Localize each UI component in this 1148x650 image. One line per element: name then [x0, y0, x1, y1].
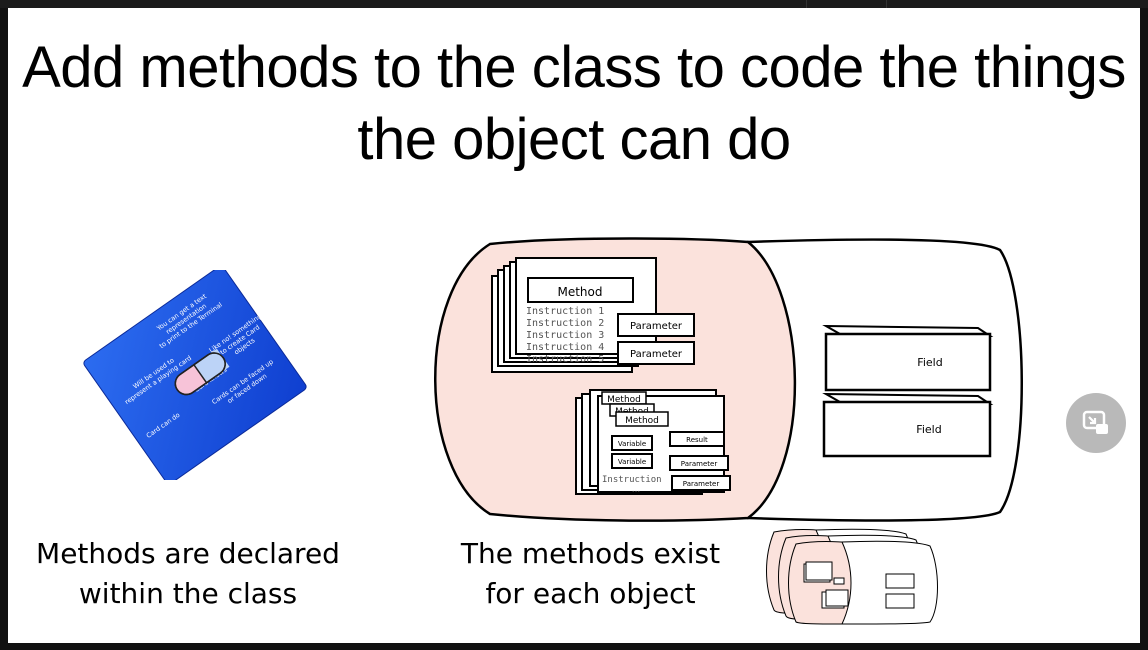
slide-title: Add methods to the class to code the thi…	[8, 32, 1140, 176]
instruction-text: Instruction 2	[526, 318, 604, 329]
caption-middle-line-1: The methods exist	[460, 537, 721, 570]
instruction-text: Instruction	[602, 475, 662, 485]
variable-label: Variable	[618, 458, 646, 466]
field-label: Field	[916, 423, 941, 436]
top-bar	[0, 0, 1148, 8]
top-bar-divider	[886, 0, 887, 8]
variable-label: Variable	[618, 440, 646, 448]
field-box-2: Field	[822, 392, 994, 458]
result-label: Result	[686, 436, 708, 444]
instruction-text: Instruction 1	[526, 306, 604, 317]
parameter-label: Parameter	[681, 460, 718, 468]
ellipsis-text: ...	[632, 485, 641, 495]
field-box-1: Field	[822, 324, 994, 392]
top-bar-divider	[806, 0, 807, 8]
method-stack-2: Method Method Method Variable Variable I…	[575, 389, 731, 495]
field-label: Field	[917, 356, 942, 369]
caption-middle: The methods exist for each object	[448, 534, 733, 614]
card-illustration: You can get a text representation to pri…	[83, 270, 307, 480]
instruction-text: Instruction 5	[526, 354, 604, 365]
class-diagram: Method Instruction 1 Instruction 2 Instr…	[434, 237, 1023, 522]
parameter-label: Parameter	[630, 321, 683, 332]
caption-left-line-2: within the class	[78, 577, 298, 610]
caption-left-line-1: Methods are declared	[36, 537, 340, 570]
parameter-label: Parameter	[683, 480, 720, 488]
method-label: Method	[557, 285, 602, 299]
parameter-label: Parameter	[630, 349, 683, 360]
slide-title-line-1: Add methods to the class to code the thi…	[22, 35, 1126, 100]
caption-middle-line-2: for each object	[485, 577, 696, 610]
picture-in-picture-icon	[1082, 410, 1108, 434]
picture-in-picture-button[interactable]	[1066, 393, 1126, 453]
object-thumbnails	[766, 528, 938, 625]
instruction-text: Instruction 4	[526, 342, 604, 353]
method-label: Method	[625, 416, 659, 426]
slide: Add methods to the class to code the thi…	[8, 8, 1140, 643]
instruction-text: Instruction 3	[526, 330, 604, 341]
slide-title-line-2: the object can do	[357, 107, 791, 172]
caption-left: Methods are declared within the class	[28, 534, 348, 614]
